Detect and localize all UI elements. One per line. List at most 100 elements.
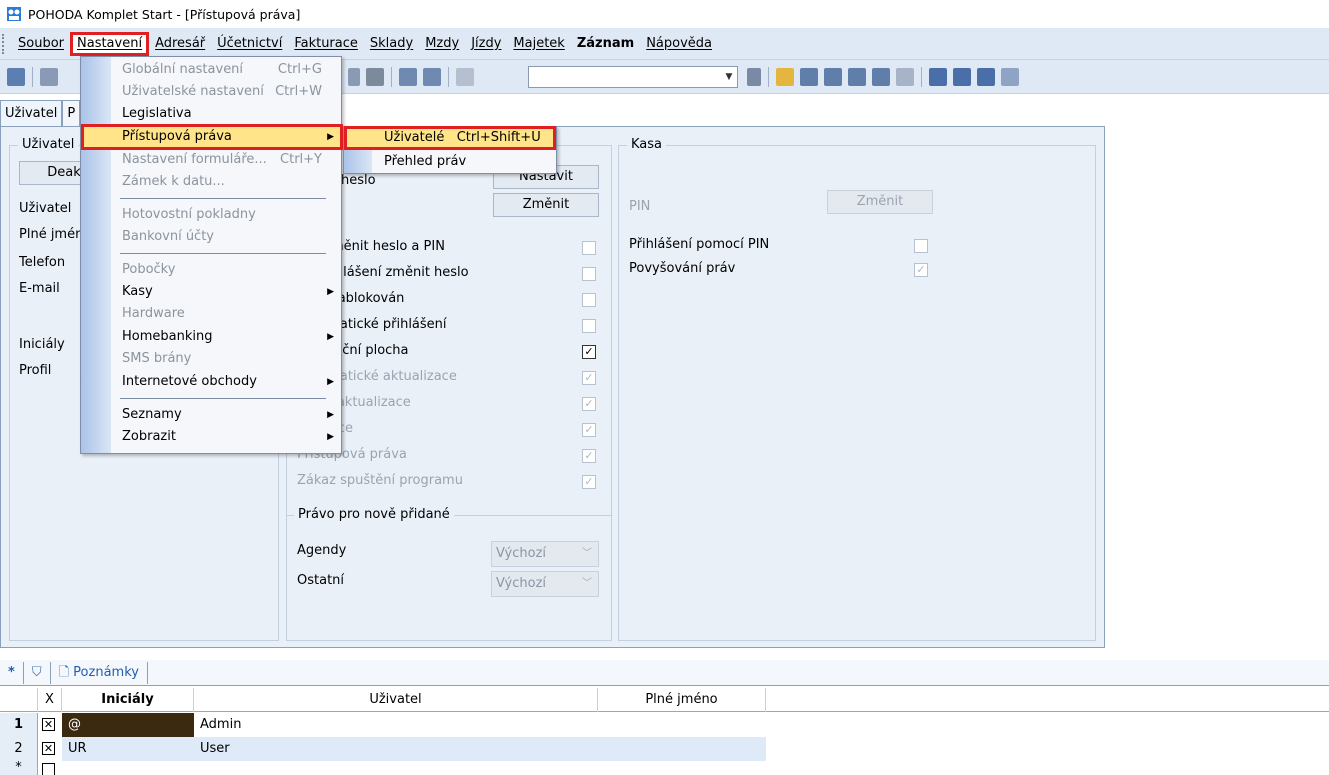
window-title: POHODA Komplet Start - [Přístupová práva… [28, 6, 301, 22]
menu-napoveda[interactable]: Nápověda [640, 32, 718, 56]
menu-item-label: Zámek k datu... [122, 174, 225, 189]
pin-login-checkbox[interactable] [914, 239, 928, 253]
table-row-new[interactable]: * [0, 761, 1329, 775]
menu-zaznam[interactable]: Záznam [571, 32, 640, 56]
toolbar-print-icon[interactable] [40, 68, 58, 86]
menu-sklady[interactable]: Sklady [364, 32, 419, 56]
menu-item-label: Nastavení formuláře... [122, 152, 267, 167]
folder-icon[interactable] [776, 68, 794, 86]
toolbar-exit-icon[interactable] [7, 68, 25, 86]
table-row[interactable]: 1 ✕ @ Admin [0, 713, 1329, 737]
cell-uzivatel: User [194, 737, 598, 761]
menu-item-bankovni-ucty[interactable]: Bankovní účty [110, 226, 340, 248]
submenu-item-uzivatele[interactable]: Uživatelé Ctrl+Shift+U [372, 127, 541, 149]
cell-plne-jmeno [598, 737, 766, 761]
menu-item-label: SMS brány [122, 351, 192, 366]
toolbar-window2-icon[interactable] [953, 68, 971, 86]
row-checkbox[interactable] [42, 763, 55, 775]
menu-ucetnictvi[interactable]: Účetnictví [211, 32, 288, 56]
toolbar-users-icon[interactable] [872, 68, 890, 86]
filter-icon[interactable] [747, 68, 761, 86]
menu-item-sms-brany[interactable]: SMS brány [110, 348, 340, 370]
menu-item-label: Globální nastavení [122, 62, 244, 77]
tab-poznamky-label: Poznámky [73, 664, 139, 680]
menu-item-hotovostni-pokladny[interactable]: Hotovostní pokladny [110, 204, 340, 226]
menu-majetek[interactable]: Majetek [507, 32, 570, 56]
note-icon: 🗋 [58, 664, 70, 680]
kasa-title: Kasa [627, 137, 667, 152]
option-checkbox[interactable] [582, 267, 596, 281]
help-icon[interactable] [1001, 68, 1019, 86]
label-inicialy: Iniciály [19, 337, 65, 352]
option-checkbox[interactable] [582, 241, 596, 255]
option-label: Zákaz spuštění programu [297, 473, 463, 488]
menu-item-label: Hardware [122, 306, 185, 321]
chevron-down-icon: ﹀ [582, 578, 592, 589]
menu-item-kasy[interactable]: Kasy ▶ [110, 281, 340, 303]
menubar-grip[interactable] [2, 33, 12, 54]
menu-item-label: Hotovostní pokladny [122, 207, 256, 222]
table-row[interactable]: 2 ✕ UR User [0, 737, 1329, 761]
change-password-button[interactable]: Změnit [493, 193, 599, 217]
label-telefon: Telefon [19, 255, 66, 270]
menu-separator [120, 198, 326, 199]
menu-item-nastaveni-formulare[interactable]: Nastavení formuláře... Ctrl+Y [110, 149, 340, 171]
toolbar-save-icon[interactable] [399, 68, 417, 86]
toolbar-nav2-icon[interactable] [824, 68, 842, 86]
row-checkbox[interactable]: ✕ [42, 718, 55, 731]
tab-uzivatel[interactable]: Uživatel [0, 100, 63, 128]
option-checkbox[interactable]: ✓ [582, 345, 596, 359]
tab-p[interactable]: P [62, 100, 81, 128]
tab-poznamky[interactable]: 🗋 Poznámky [51, 661, 148, 684]
users-grid-area: * ⛉ 🗋 Poznámky X Iniciály Uživatel Plné … [0, 660, 1329, 775]
menu-item-homebanking[interactable]: Homebanking ▶ [110, 326, 340, 348]
menu-adresar[interactable]: Adresář [149, 32, 211, 56]
menu-item-label: Legislativa [122, 106, 192, 121]
menu-nastaveni[interactable]: Nastavení [70, 31, 150, 56]
menu-separator [120, 398, 326, 399]
submenu-arrow-icon: ▶ [327, 432, 334, 442]
row-checkbox[interactable]: ✕ [42, 742, 55, 755]
toolbar-combo[interactable]: ▼ [528, 66, 738, 88]
header-x[interactable]: X [38, 688, 62, 712]
toolbar-tool-icon[interactable] [366, 68, 384, 86]
toolbar-doc-icon[interactable] [423, 68, 441, 86]
row-number: * [0, 761, 38, 775]
menu-item-label: Přístupová práva [122, 129, 232, 144]
menu-item-hardware[interactable]: Hardware [110, 303, 340, 325]
tab-all[interactable]: * [0, 661, 24, 684]
header-plne-jmeno[interactable]: Plné jméno [598, 688, 766, 712]
toolbar-dropdown-icon[interactable] [348, 68, 360, 86]
menu-mzdy[interactable]: Mzdy [419, 32, 465, 56]
menu-item-shortcut: Ctrl+G [277, 62, 322, 77]
toolbar-window3-icon[interactable] [977, 68, 995, 86]
menu-item-pobocky[interactable]: Pobočky [110, 259, 340, 281]
agendy-select: Výchozí ﹀ [491, 541, 599, 567]
toolbar-window1-icon[interactable] [929, 68, 947, 86]
header-uzivatel[interactable]: Uživatel [194, 688, 598, 712]
menu-item-legislativa[interactable]: Legislativa [110, 103, 340, 125]
option-checkbox[interactable] [582, 293, 596, 307]
menu-jizdy[interactable]: Jízdy [465, 32, 507, 56]
menu-item-zamek-k-datu[interactable]: Zámek k datu... [110, 171, 340, 193]
toolbar-copy-icon[interactable] [456, 68, 474, 86]
tab-filter[interactable]: ⛉ [24, 661, 51, 684]
menu-item-uzivatelske-nastaveni[interactable]: Uživatelské nastavení Ctrl+W [110, 81, 340, 103]
menu-item-label: Uživatelské nastavení [122, 84, 264, 99]
menu-item-globalni-nastaveni[interactable]: Globální nastavení Ctrl+G [110, 59, 340, 81]
option-checkbox[interactable] [582, 319, 596, 333]
menu-item-zobrazit[interactable]: Zobrazit ▶ [110, 426, 340, 448]
label-email: E-mail [19, 281, 60, 296]
menu-item-seznamy[interactable]: Seznamy ▶ [110, 404, 340, 426]
toolbar-iban-icon[interactable] [896, 68, 914, 86]
menu-fakturace[interactable]: Fakturace [288, 32, 364, 56]
menu-item-label: Kasy [122, 284, 153, 299]
menu-soubor[interactable]: Soubor [12, 32, 70, 56]
agendy-label: Agendy [297, 543, 347, 558]
submenu-item-prehled-prav[interactable]: Přehled práv [372, 151, 466, 173]
menu-item-pristupova-prava[interactable]: Přístupová práva ▶ [110, 126, 340, 148]
menu-item-internetove-obchody[interactable]: Internetové obchody ▶ [110, 371, 340, 393]
header-inicialy[interactable]: Iniciály [62, 688, 194, 712]
toolbar-nav1-icon[interactable] [800, 68, 818, 86]
toolbar-nav3-icon[interactable] [848, 68, 866, 86]
